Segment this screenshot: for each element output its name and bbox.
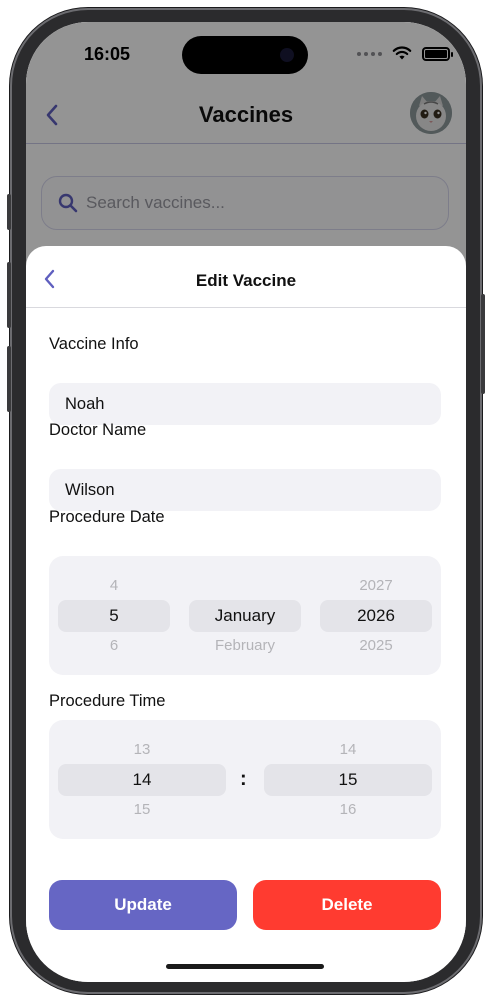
minute-option-prev[interactable]: 14 — [264, 741, 432, 758]
day-option-selected[interactable]: 5 — [58, 606, 170, 626]
hour-option-next[interactable]: 15 — [58, 801, 226, 818]
month-option-selected[interactable]: January — [189, 606, 301, 626]
edit-vaccine-sheet: Edit Vaccine Vaccine Info Doctor Name Pr… — [26, 246, 466, 982]
doctor-name-field[interactable] — [49, 469, 441, 511]
update-button[interactable]: Update — [49, 880, 237, 930]
vaccine-info-field[interactable] — [49, 383, 441, 425]
doctor-name-label: Doctor Name — [49, 421, 147, 439]
procedure-time-picker: 13 14 15 : 14 15 16 — [49, 720, 441, 839]
year-option-next[interactable]: 2025 — [320, 637, 432, 654]
minute-option-selected[interactable]: 15 — [264, 770, 432, 790]
time-separator: : — [240, 768, 247, 790]
volume-down-button — [7, 346, 11, 412]
day-option-next[interactable]: 6 — [58, 637, 170, 654]
action-button — [7, 194, 11, 230]
sheet-header: Edit Vaccine — [26, 246, 466, 308]
minute-option-next[interactable]: 16 — [264, 801, 432, 818]
home-indicator[interactable] — [166, 964, 324, 969]
power-button — [481, 294, 485, 394]
delete-button[interactable]: Delete — [253, 880, 441, 930]
day-wheel[interactable]: 4 5 6 — [58, 556, 170, 675]
procedure-date-picker: 4 5 6 January February 2027 2026 2025 — [49, 556, 441, 675]
volume-up-button — [7, 262, 11, 328]
hour-wheel[interactable]: 13 14 15 — [58, 720, 226, 839]
procedure-time-label: Procedure Time — [49, 692, 166, 710]
year-option-selected[interactable]: 2026 — [320, 606, 432, 626]
month-option-next[interactable]: February — [189, 637, 301, 654]
hour-option-selected[interactable]: 14 — [58, 770, 226, 790]
sheet-title: Edit Vaccine — [195, 271, 297, 290]
day-option-prev[interactable]: 4 — [58, 577, 170, 594]
month-wheel[interactable]: January February — [189, 556, 301, 675]
phone-screen: 16:05 Vaccines Search vaccines... Edit V… — [26, 22, 466, 982]
year-option-prev[interactable]: 2027 — [320, 577, 432, 594]
procedure-date-label: Procedure Date — [49, 508, 165, 526]
hour-option-prev[interactable]: 13 — [58, 741, 226, 758]
vaccine-info-label: Vaccine Info — [49, 335, 139, 353]
year-wheel[interactable]: 2027 2026 2025 — [320, 556, 432, 675]
minute-wheel[interactable]: 14 15 16 — [264, 720, 432, 839]
